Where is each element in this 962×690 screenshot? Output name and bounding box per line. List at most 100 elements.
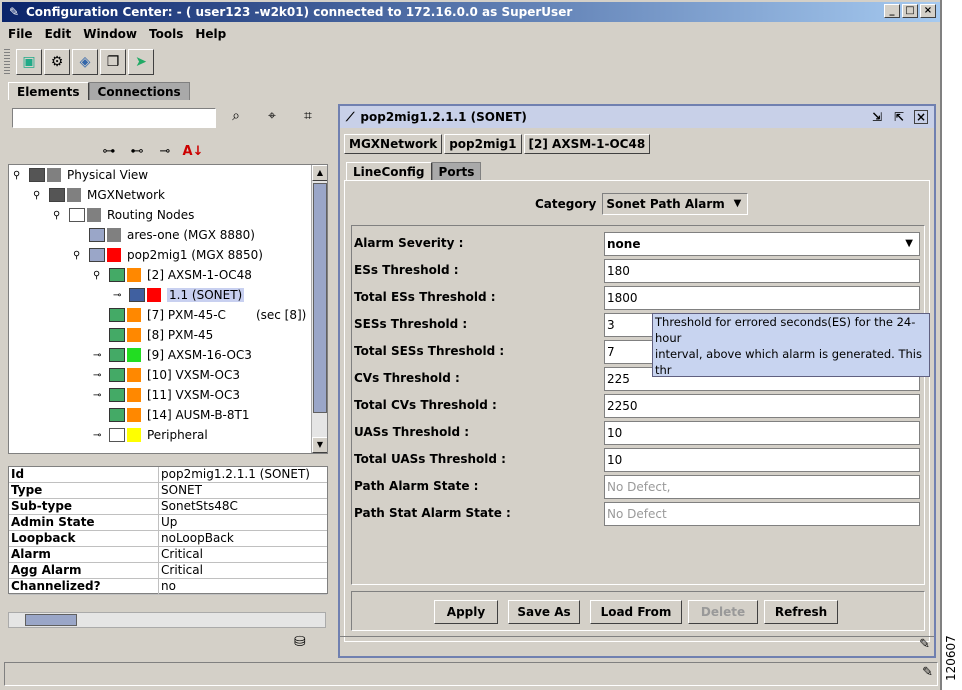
tree-node-ares-one[interactable]: ares-one (MGX 8880) — [89, 225, 255, 245]
tree-node-routing-nodes[interactable]: ⚲ Routing Nodes — [53, 205, 194, 225]
properties-hscrollbar[interactable] — [8, 612, 326, 628]
table-row: Admin State Up — [9, 515, 327, 531]
pencil-icon[interactable]: ✎ — [922, 665, 933, 680]
scroll-thumb[interactable] — [25, 614, 77, 626]
delete-button[interactable]: Delete — [688, 600, 758, 624]
tab-connections[interactable]: Connections — [88, 82, 190, 100]
tree-node-vxsm-oc3-11[interactable]: ⊸ [11] VXSM-OC3 — [93, 385, 240, 405]
breadcrumb-mgxnetwork[interactable]: MGXNetwork — [344, 134, 443, 154]
tree-node-axsm-1-oc48[interactable]: ⚲ [2] AXSM-1-OC48 — [93, 265, 252, 285]
sort-az-icon[interactable]: A↓ — [182, 144, 204, 159]
tree-scrollbar[interactable]: ▲ ▼ — [311, 165, 327, 453]
close-icon[interactable]: × — [914, 110, 928, 124]
button-bar: Apply Save As Load From Delete Refresh — [351, 591, 925, 631]
alarm-severity-select[interactable]: none ▼ — [604, 232, 920, 256]
lineconfig-content: Category Sonet Path Alarm ▼ Alarm Severit… — [344, 180, 930, 642]
tree-node-sonet[interactable]: ⊸ 1.1 (SONET) — [113, 285, 245, 305]
tree-node-vxsm-oc3-10[interactable]: ⊸ [10] VXSM-OC3 — [93, 365, 240, 385]
tree-node-ausm-b-8t1[interactable]: [14] AUSM-B-8T1 — [109, 405, 249, 425]
scroll-up-icon[interactable]: ▲ — [312, 165, 327, 181]
properties-table: Id pop2mig1.2.1.1 (SONET) Type SONET Sub-t… — [8, 466, 328, 595]
menu-help[interactable]: Help — [189, 27, 232, 41]
menu-tools[interactable]: Tools — [143, 27, 189, 41]
breadcrumb: MGXNetwork pop2mig1 [2] AXSM-1-OC48 — [344, 134, 651, 154]
status-icon — [127, 428, 141, 442]
network-icon[interactable]: ⚙ — [44, 49, 70, 75]
collapse-all-icon[interactable]: ⊸ — [154, 144, 176, 159]
expand-all-icon[interactable]: ⊷ — [126, 144, 148, 159]
export-icon[interactable]: ➤ — [128, 49, 154, 75]
status-icon — [127, 408, 141, 422]
line-icon — [129, 288, 145, 302]
status-icon — [147, 288, 161, 302]
scroll-thumb[interactable] — [313, 183, 327, 413]
save-as-button[interactable]: Save As — [508, 600, 580, 624]
restore-icon[interactable]: ⇲ — [872, 110, 882, 124]
field-total-cvs-threshold: Total CVs Threshold :2250 — [352, 394, 926, 418]
tree-node-pxm-45[interactable]: [8] PXM-45 — [109, 325, 213, 345]
card-icon — [109, 348, 125, 362]
detail-panel: ⟋ pop2mig1.2.1.1 (SONET) ⇲ ⇱ × MGXNetwor… — [338, 104, 936, 658]
copy-icon[interactable]: ❐ — [100, 49, 126, 75]
database-icon[interactable]: ⛁ — [294, 634, 306, 650]
breadcrumb-axsm[interactable]: [2] AXSM-1-OC48 — [523, 134, 651, 154]
key-icon: ⊸ — [93, 389, 102, 401]
tree-node-pop2mig1[interactable]: ⚲ pop2mig1 (MGX 8850) — [73, 245, 263, 265]
apply-button[interactable]: Apply — [434, 600, 498, 624]
breadcrumb-pop2mig1[interactable]: pop2mig1 — [444, 134, 522, 154]
tab-elements[interactable]: Elements — [8, 82, 89, 100]
path-alarm-state-value: No Defect, — [604, 475, 920, 499]
search-input[interactable] — [12, 108, 216, 128]
menu-window[interactable]: Window — [77, 27, 143, 41]
shield-icon[interactable]: ◈ — [72, 49, 98, 75]
pencil-icon[interactable]: ✎ — [919, 637, 930, 652]
tooltip: Threshold for errored seconds(ES) for th… — [652, 313, 930, 377]
key-icon: ⊸ — [93, 429, 102, 441]
field-path-alarm-state: Path Alarm State : No Defect, — [352, 475, 926, 499]
tree-node-physical-view[interactable]: ⚲ Physical View — [13, 165, 148, 185]
field-ess-threshold: ESs Threshold :180 — [352, 259, 926, 283]
card-icon — [109, 388, 125, 402]
ess-threshold-input[interactable]: 180 — [604, 259, 920, 283]
refresh-button[interactable]: Refresh — [764, 600, 838, 624]
load-from-button[interactable]: Load From — [590, 600, 682, 624]
find-next-icon[interactable]: ⌖ — [262, 108, 282, 128]
close-button[interactable]: × — [920, 4, 936, 18]
card-icon — [109, 408, 125, 422]
card-icon — [109, 368, 125, 382]
tree-node-pxm-45-c[interactable]: [7] PXM-45-C (sec [8]) — [109, 305, 306, 325]
category-select[interactable]: Sonet Path Alarm ▼ — [602, 193, 749, 215]
total-uass-threshold-input[interactable]: 10 — [604, 448, 920, 472]
field-uass-threshold: UASs Threshold :10 — [352, 421, 926, 445]
expand-icon[interactable]: ⊶ — [98, 144, 120, 159]
total-cvs-threshold-input[interactable]: 2250 — [604, 394, 920, 418]
figure-number: 120607 — [944, 635, 958, 681]
scroll-down-icon[interactable]: ▼ — [312, 437, 327, 453]
menu-edit[interactable]: Edit — [39, 27, 78, 41]
total-ess-threshold-input[interactable]: 1800 — [604, 286, 920, 310]
detail-status-bar: ✎ — [340, 636, 934, 654]
detail-header: ⟋ pop2mig1.2.1.1 (SONET) ⇲ ⇱ × — [340, 106, 934, 128]
status-icon — [47, 168, 61, 182]
tab-lineconfig[interactable]: LineConfig — [346, 162, 432, 180]
uass-threshold-input[interactable]: 10 — [604, 421, 920, 445]
find-prev-icon[interactable]: ⌗ — [298, 108, 318, 128]
table-row: Loopback noLoopBack — [9, 531, 327, 547]
status-icon — [127, 348, 141, 362]
cube-icon[interactable]: ▣ — [16, 49, 42, 75]
maximize-button[interactable]: □ — [902, 4, 918, 18]
popout-icon[interactable]: ⇱ — [894, 110, 904, 124]
status-bar: ✎ — [4, 662, 938, 686]
key-icon: ⚲ — [73, 249, 81, 261]
binoculars-icon[interactable]: ⌕ — [226, 108, 246, 128]
table-row: Sub-type SonetSts48C — [9, 499, 327, 515]
menu-file[interactable]: File — [2, 27, 39, 41]
toolbar-grip[interactable] — [4, 49, 10, 75]
tree-node-mgxnetwork[interactable]: ⚲ MGXNetwork — [33, 185, 165, 205]
tab-ports[interactable]: Ports — [431, 162, 482, 180]
minimize-button[interactable]: _ — [884, 4, 900, 18]
tree-node-peripheral[interactable]: ⊸ Peripheral — [93, 425, 208, 445]
tree-node-axsm-16-oc3[interactable]: ⊸ [9] AXSM-16-OC3 — [93, 345, 252, 365]
fields-area: Alarm Severity : none ▼ ESs Threshold :180… — [351, 225, 925, 585]
category-label: Category — [535, 197, 597, 211]
